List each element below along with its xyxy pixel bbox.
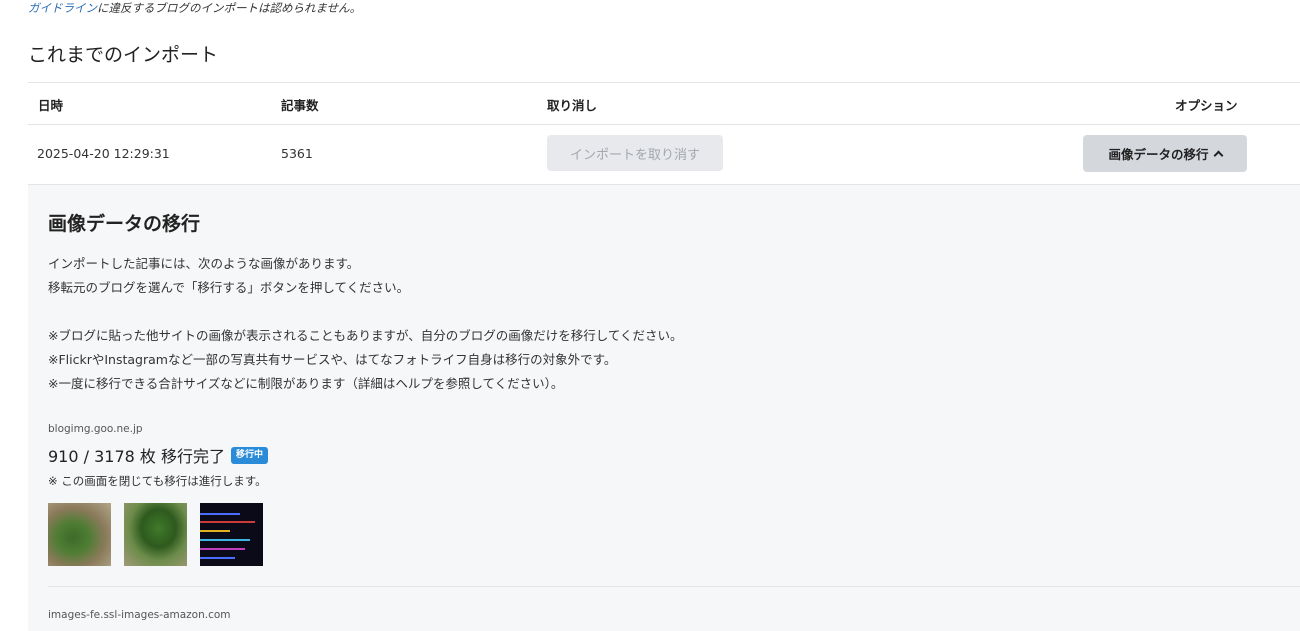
guideline-link[interactable]: ガイドライン	[28, 1, 97, 15]
note-line: ※ブログに貼った他サイトの画像が表示されることもありますが、自分のブログの画像だ…	[48, 328, 683, 343]
header-options: オプション	[1175, 98, 1238, 113]
intro-text: インポートした記事には、次のような画像があります。 移転元のブログを選んで「移行…	[48, 252, 409, 300]
guideline-notice-text: に違反するブログのインポートは認められません。	[97, 1, 362, 15]
import-count: 5361	[281, 146, 313, 161]
image-migration-panel: 画像データの移行 インポートした記事には、次のような画像があります。 移転元のブ…	[28, 185, 1300, 631]
image-migration-toggle-button[interactable]: 画像データの移行	[1083, 135, 1247, 172]
imports-table: 日時 記事数 取り消し オプション 2025-04-20 12:29:31 53…	[28, 82, 1300, 185]
header-count: 記事数	[281, 98, 319, 113]
image-thumbnails	[48, 503, 263, 566]
header-datetime: 日時	[38, 98, 64, 113]
source-host: images-fe.ssl-images-amazon.com	[48, 609, 231, 621]
panel-title: 画像データの移行	[48, 213, 201, 235]
source-divider	[48, 586, 1300, 587]
source-host: blogimg.goo.ne.jp	[48, 423, 143, 435]
header-cancel: 取り消し	[547, 98, 598, 113]
note-line: ※一度に移行できる合計サイズなどに制限があります（詳細はヘルプを参照してください…	[48, 376, 564, 391]
intro-line: インポートした記事には、次のような画像があります。	[48, 256, 360, 271]
migration-progress: 910 / 3178 枚 移行完了 移行中	[48, 443, 269, 467]
progress-text: 910 / 3178 枚 移行完了	[48, 447, 225, 466]
thumbnail-image	[124, 503, 187, 566]
import-datetime: 2025-04-20 12:29:31	[37, 146, 170, 161]
thumbnail-image	[48, 503, 111, 566]
table-header: 日時 記事数 取り消し オプション	[28, 82, 1300, 125]
image-migration-toggle-label: 画像データの移行	[1108, 147, 1209, 162]
chevron-up-icon	[1213, 150, 1223, 161]
section-title: これまでのインポート	[28, 44, 219, 66]
thumbnail-image	[200, 503, 263, 566]
guideline-notice: ガイドラインに違反するブログのインポートは認められません。	[28, 0, 361, 16]
table-row: 2025-04-20 12:29:31 5361 インポートを取り消す 画像デー…	[28, 125, 1300, 185]
cancel-import-button[interactable]: インポートを取り消す	[547, 135, 723, 171]
notes-text: ※ブログに貼った他サイトの画像が表示されることもありますが、自分のブログの画像だ…	[48, 324, 682, 396]
status-badge: 移行中	[231, 446, 269, 464]
close-note: ※ この画面を閉じても移行は進行します。	[48, 474, 267, 488]
note-line: ※FlickrやInstagramなど一部の写真共有サービスや、はてなフォトライ…	[48, 352, 617, 367]
intro-line: 移転元のブログを選んで「移行する」ボタンを押してください。	[48, 280, 410, 295]
